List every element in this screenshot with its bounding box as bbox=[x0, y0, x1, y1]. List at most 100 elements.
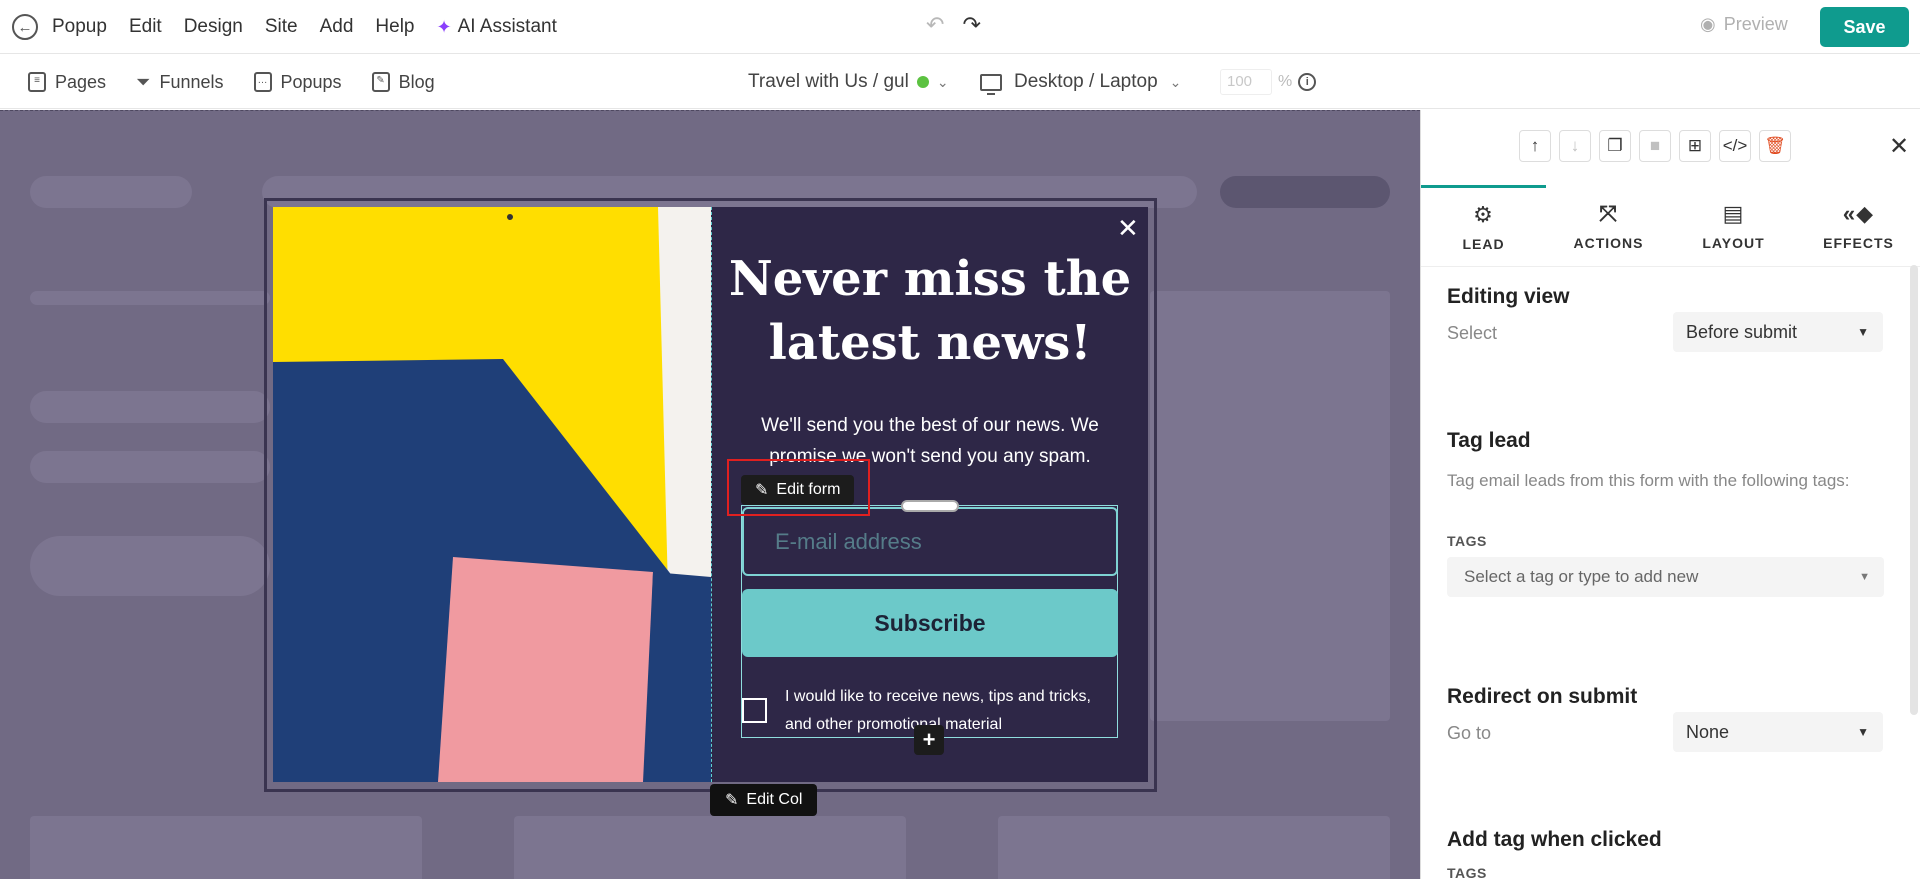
drag-handle[interactable] bbox=[901, 500, 959, 512]
code-icon[interactable]: </> bbox=[1719, 130, 1751, 162]
popup-container[interactable]: ✕ Never miss the latest news! We'll send… bbox=[273, 207, 1148, 782]
duplicate-icon[interactable]: ❐ bbox=[1599, 130, 1631, 162]
highlight-box bbox=[727, 459, 870, 516]
eye-icon: ◉ bbox=[1700, 14, 1716, 34]
undo-icon[interactable]: ↶ bbox=[926, 12, 944, 38]
nav-popups[interactable]: … Popups bbox=[253, 72, 342, 93]
redirect-select[interactable]: None ▼ bbox=[1673, 712, 1883, 752]
edit-col-label: Edit Col bbox=[746, 791, 803, 808]
history-controls: ↶ ↷ bbox=[926, 12, 981, 38]
menu-popup[interactable]: Popup bbox=[52, 16, 107, 38]
move-up-icon[interactable]: ↑ bbox=[1519, 130, 1551, 162]
main-menu: Popup Edit Design Site Add Help ✦ AI Ass… bbox=[52, 0, 557, 54]
nav-pages[interactable]: ≡ Pages bbox=[28, 72, 106, 93]
tab-layout[interactable]: ▤ LAYOUT bbox=[1671, 185, 1796, 266]
email-input[interactable]: E-mail address bbox=[742, 507, 1118, 576]
move-down-icon[interactable]: ↓ bbox=[1559, 130, 1591, 162]
layout-icon: ▤ bbox=[1722, 200, 1745, 226]
edit-col-button[interactable]: ✎ Edit Col bbox=[710, 784, 818, 816]
tab-effects-label: EFFECTS bbox=[1823, 234, 1894, 251]
menu-edit[interactable]: Edit bbox=[129, 16, 162, 38]
redirect-value: None bbox=[1686, 721, 1730, 742]
nav-pages-label: Pages bbox=[55, 71, 107, 92]
nav-funnels[interactable]: ⏷ Funnels bbox=[136, 72, 223, 93]
panel-tabs: ⚙ LEAD ⤧ ACTIONS ▤ LAYOUT «◆ EFFECTS bbox=[1421, 185, 1920, 267]
placeholder-block bbox=[998, 816, 1390, 879]
menu-design[interactable]: Design bbox=[184, 16, 243, 38]
delete-icon[interactable]: 🗑 bbox=[1759, 130, 1791, 162]
menu-add[interactable]: Add bbox=[320, 16, 354, 38]
settings-panel: ↑ ↓ ❐ ■ ⊞ </> 🗑 ✕ ⚙ LEAD ⤧ ACTIONS ▤ LAY… bbox=[1420, 110, 1920, 879]
tag-select-input[interactable]: Select a tag or type to add new ▼ bbox=[1447, 557, 1884, 597]
pencil-icon: ✎ bbox=[725, 792, 739, 809]
tab-effects[interactable]: «◆ EFFECTS bbox=[1796, 185, 1920, 266]
zoom-input[interactable]: 100 bbox=[1220, 69, 1272, 95]
sparkle-icon: ✦ bbox=[436, 16, 452, 37]
menu-site[interactable]: Site bbox=[265, 16, 298, 38]
subscribe-button[interactable]: Subscribe bbox=[742, 589, 1118, 657]
placeholder-block bbox=[30, 176, 192, 208]
site-name: Travel with Us / gul bbox=[748, 71, 909, 92]
copy-style-icon[interactable]: ■ bbox=[1639, 130, 1671, 162]
tag-lead-title: Tag lead bbox=[1447, 429, 1531, 452]
editing-view-label: Select bbox=[1447, 323, 1498, 343]
placeholder-block bbox=[1150, 291, 1390, 721]
editing-view-title: Editing view bbox=[1447, 285, 1570, 308]
add-tag-caption: TAGS bbox=[1447, 865, 1487, 879]
consent-checkbox[interactable] bbox=[742, 698, 767, 723]
add-copy-icon[interactable]: ⊞ bbox=[1679, 130, 1711, 162]
device-selector[interactable]: Desktop / Laptop ⌄ bbox=[980, 71, 1181, 95]
gear-icon: ⚙ bbox=[1473, 202, 1494, 227]
top-menubar: ← Popup Edit Design Site Add Help ✦ AI A… bbox=[0, 0, 1920, 54]
column-divider bbox=[711, 207, 712, 782]
menu-help[interactable]: Help bbox=[375, 16, 414, 38]
tag-select-placeholder: Select a tag or type to add new bbox=[1464, 567, 1699, 586]
preview-label: Preview bbox=[1723, 14, 1788, 34]
popup-close-icon[interactable]: ✕ bbox=[1117, 213, 1139, 244]
page-icon: ≡ bbox=[28, 72, 46, 92]
placeholder-block bbox=[1220, 176, 1390, 208]
placeholder-block bbox=[514, 816, 906, 879]
preview-button[interactable]: ◉ Preview bbox=[1700, 14, 1788, 35]
back-arrow-icon[interactable]: ← bbox=[12, 14, 38, 40]
tab-lead[interactable]: ⚙ LEAD bbox=[1421, 185, 1546, 266]
placeholder-block bbox=[30, 816, 422, 879]
redo-icon[interactable]: ↷ bbox=[962, 12, 980, 38]
panel-scrollbar[interactable] bbox=[1910, 265, 1918, 715]
placeholder-block bbox=[30, 536, 270, 596]
zoom-control: 100 % i bbox=[1220, 69, 1317, 95]
nav-blog-label: Blog bbox=[398, 71, 435, 92]
site-status-dot bbox=[916, 76, 929, 88]
ai-assistant-label: AI Assistant bbox=[457, 16, 557, 37]
redirect-title: Redirect on submit bbox=[1447, 685, 1638, 708]
placeholder-block bbox=[30, 391, 270, 423]
placeholder-block bbox=[30, 291, 270, 305]
zoom-unit: % bbox=[1278, 73, 1293, 90]
save-button[interactable]: Save bbox=[1820, 7, 1909, 47]
nav-blog[interactable]: ✎ Blog bbox=[371, 71, 435, 93]
site-selector[interactable]: Travel with Us / gul ⌄ bbox=[748, 71, 949, 93]
site-nav: ≡ Pages ⏷ Funnels … Popups ✎ Blog bbox=[28, 55, 435, 109]
tab-actions[interactable]: ⤧ ACTIONS bbox=[1546, 185, 1671, 266]
editing-view-value: Before submit bbox=[1686, 321, 1798, 342]
ai-assistant-button[interactable]: ✦ AI Assistant bbox=[437, 16, 557, 38]
info-icon[interactable]: i bbox=[1298, 73, 1317, 91]
popup-image bbox=[273, 207, 711, 782]
caret-down-icon: ▼ bbox=[1857, 325, 1869, 339]
consent-text: I would like to receive news, tips and t… bbox=[785, 688, 1091, 733]
popup-headline[interactable]: Never miss the latest news! bbox=[725, 247, 1135, 375]
secondary-toolbar: ≡ Pages ⏷ Funnels … Popups ✎ Blog Travel… bbox=[0, 55, 1920, 109]
abstract-art-image bbox=[273, 207, 711, 782]
close-panel-icon[interactable]: ✕ bbox=[1889, 132, 1909, 161]
redirect-label: Go to bbox=[1447, 723, 1492, 743]
editing-view-select[interactable]: Before submit ▼ bbox=[1673, 312, 1883, 352]
add-element-button[interactable]: + bbox=[914, 725, 944, 755]
effects-icon: «◆ bbox=[1842, 200, 1875, 226]
tab-layout-label: LAYOUT bbox=[1702, 234, 1765, 251]
funnel-icon: ⏷ bbox=[136, 71, 151, 92]
blog-icon: ✎ bbox=[371, 72, 390, 92]
device-label: Desktop / Laptop bbox=[1014, 71, 1158, 92]
monitor-icon bbox=[980, 73, 1002, 95]
placeholder-block bbox=[30, 451, 270, 483]
caret-down-icon: ▼ bbox=[1859, 571, 1870, 583]
